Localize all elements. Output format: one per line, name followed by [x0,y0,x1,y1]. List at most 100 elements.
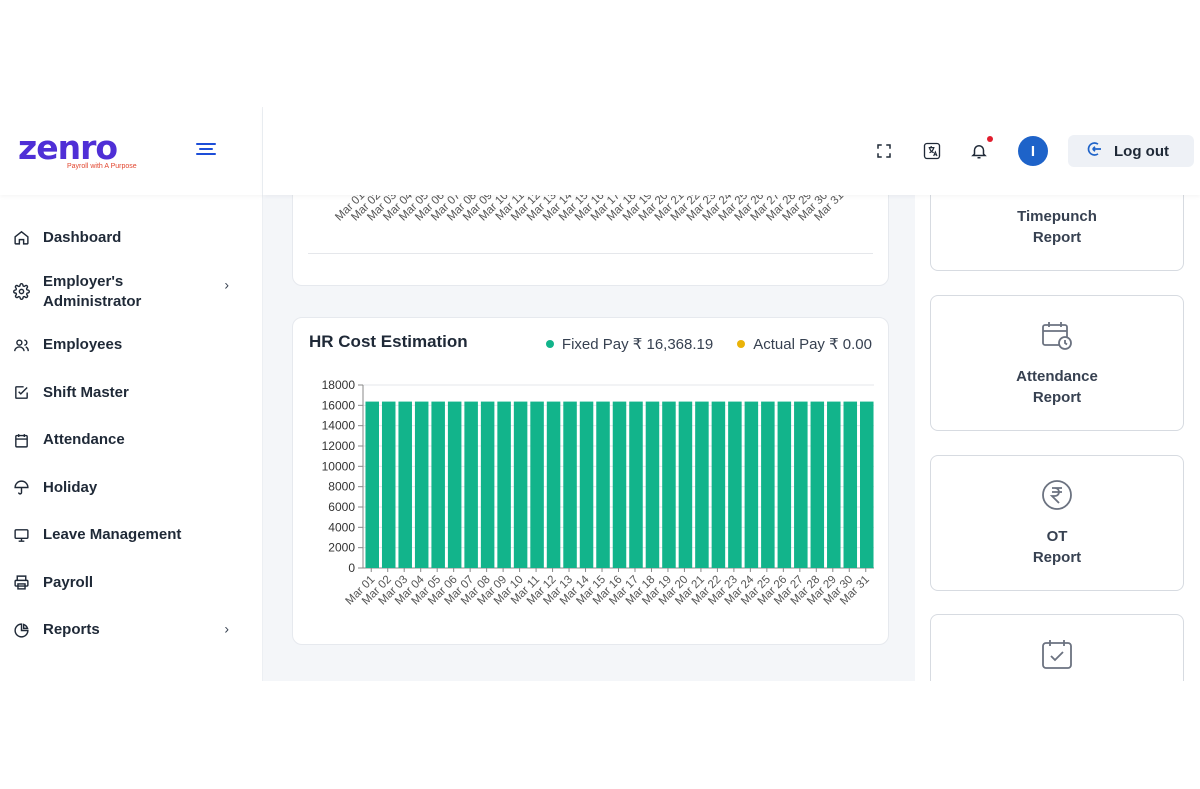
bar-fixed-pay [431,401,445,568]
sidebar-item-label: Dashboard [43,228,122,246]
menu-toggle-icon[interactable] [196,143,216,159]
y-tick-label: 2000 [328,541,355,555]
bar-fixed-pay [711,401,726,568]
y-tick-label: 4000 [328,520,355,534]
top-header: I Log out [263,107,1200,195]
report-card-label: OT Report [1032,528,1082,566]
bar-fixed-pay [579,401,594,568]
bar-fixed-pay [744,401,759,568]
sidebar-item-label: Shift Master [43,383,129,401]
y-tick-label: 12000 [322,439,356,453]
report-card-ot[interactable]: OT Report [930,455,1184,591]
bar-fixed-pay [761,401,775,568]
sidebar-item-employers-administrator[interactable]: Employer's Administrator › [0,262,263,322]
avatar[interactable]: I [1018,136,1048,166]
home-icon [12,229,30,247]
y-tick-label: 0 [348,561,355,575]
bar-fixed-pay [794,401,808,568]
brand-tagline: Payroll with A Purpose [67,163,137,170]
calendar-check-icon [1038,635,1076,673]
card-divider [308,253,873,254]
bar-fixed-pay [530,401,544,568]
translate-icon[interactable] [920,139,944,163]
y-tick-label: 16000 [322,398,356,412]
bar-fixed-pay [398,401,412,568]
sidebar-item-employees[interactable]: Employees [0,322,263,370]
chart-card-top: Mar 01 Mar 02 Mar 03 Mar 04 Mar 05 Mar 06 Mar … [292,195,889,286]
bar-fixed-pay [859,401,874,568]
top-chart-svg: Mar 01Mar 02Mar 03Mar 04Mar 05Mar 06Mar … [333,195,846,223]
report-card-label: Attendance Report [1016,368,1098,406]
printer-icon [12,574,30,592]
gear-icon [12,283,30,301]
notification-dot [987,136,993,142]
sidebar-item-holiday[interactable]: Holiday [0,464,263,512]
sidebar-item-attendance[interactable]: Attendance [0,417,263,465]
y-tick-label: 10000 [322,459,356,473]
bar-fixed-pay [629,401,643,568]
hr-cost-chart-svg: 0 2000 4000 6000 8000 10000 12000 14000 16000 180… [322,378,874,607]
bar-fixed-pay [546,401,561,568]
sidebar-item-label: Employer's Administrator [43,272,142,310]
sidebar-item-label: Leave Management [43,526,182,544]
bar-fixed-pay [827,401,841,568]
brand-logo: zenro [18,128,118,167]
chevron-right-icon: › [224,275,229,292]
reports-panel: Timepunch Report Attendance Report OT Re… [915,195,1200,681]
bar-fixed-pay [381,401,396,568]
report-card-attendance[interactable]: Attendance Report [930,295,1184,431]
bar-fixed-pay [480,401,495,568]
sidebar-item-label: Payroll [43,573,94,591]
y-tick-label: 6000 [328,500,355,514]
calendar-icon [12,431,30,449]
y-tick-label: 14000 [322,419,356,433]
hr-cost-card: HR Cost Estimation Fixed Pay ₹ 16,368.19… [292,317,889,645]
chevron-right-icon: › [224,620,229,637]
monitor-icon [12,526,30,544]
rupee-circle-icon [1038,476,1076,514]
bar-fixed-pay [645,401,660,568]
bar-fixed-pay [662,401,676,568]
bar-fixed-pay [513,401,528,568]
sidebar-nav: Dashboard Employer's Administrator › Emp… [0,214,263,654]
logout-icon [1086,140,1104,163]
bell-icon[interactable] [967,136,993,163]
bar-fixed-pay [365,401,380,568]
app-window: zenro Payroll with A Purpose Dashboard E… [0,107,1200,681]
report-card-timepunch[interactable]: Timepunch Report [930,195,1184,271]
sidebar-item-dashboard[interactable]: Dashboard [0,214,263,262]
pie-chart-icon [12,621,30,639]
logout-label: Log out [1114,142,1169,160]
bar-fixed-pay [728,401,742,568]
bar-fixed-pay [678,401,693,568]
report-card-label: Timepunch Report [1017,208,1097,246]
bar-fixed-pay [447,401,462,568]
sidebar-item-shift-master[interactable]: Shift Master [0,369,263,417]
bar-fixed-pay [464,401,478,568]
umbrella-icon [12,479,30,497]
sidebar: zenro Payroll with A Purpose Dashboard E… [0,107,263,681]
y-tick-label: 18000 [322,378,356,392]
bar-fixed-pay [563,401,577,568]
sidebar-item-leave-management[interactable]: Leave Management [0,512,263,560]
logout-button[interactable]: Log out [1068,135,1194,167]
report-card-next[interactable] [930,614,1184,681]
fullscreen-icon[interactable] [872,139,896,163]
users-icon [12,336,30,354]
y-tick-label: 8000 [328,480,355,494]
check-square-icon [12,384,30,402]
bar-fixed-pay [612,401,627,568]
sidebar-item-label: Reports [43,621,100,639]
logo-area: zenro Payroll with A Purpose [0,107,263,195]
sidebar-item-reports[interactable]: Reports › [0,607,263,655]
sidebar-item-label: Holiday [43,478,98,496]
bar-fixed-pay [810,401,825,568]
sidebar-item-label: Attendance [43,431,125,449]
bar-fixed-pay [414,401,429,568]
sidebar-item-payroll[interactable]: Payroll [0,559,263,607]
bar-fixed-pay [777,401,792,568]
bar-fixed-pay [596,401,610,568]
sidebar-item-label: Employees [43,336,123,354]
main-content: Mar 01 Mar 02 Mar 03 Mar 04 Mar 05 Mar 06 Mar … [263,195,915,681]
calendar-clock-icon [1038,316,1076,354]
